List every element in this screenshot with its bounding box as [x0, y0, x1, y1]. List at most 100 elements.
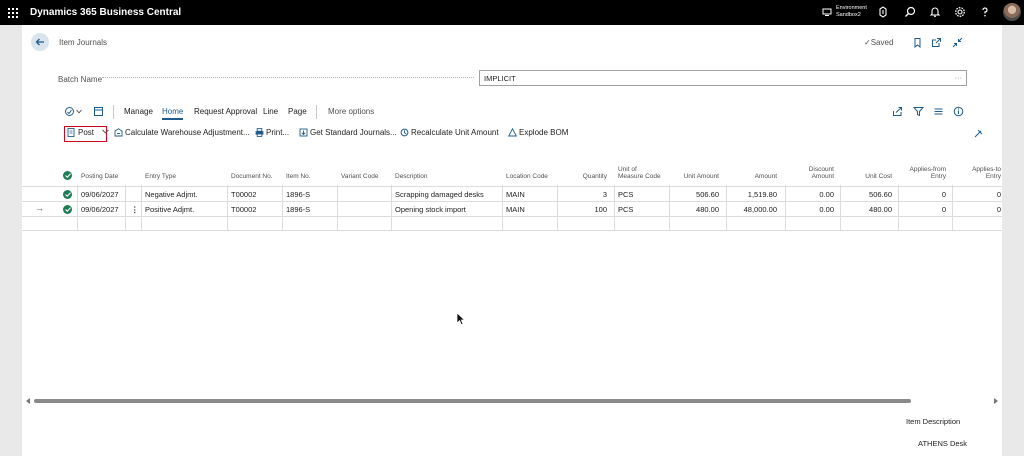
scrollbar-thumb[interactable] — [34, 399, 911, 403]
cell-amount[interactable]: 1,519.80 — [732, 190, 777, 199]
environment-label[interactable]: Environment Sandbox2 — [836, 5, 867, 19]
bookmark-icon[interactable] — [912, 37, 923, 48]
copilot-dropdown-chevron-icon[interactable] — [76, 109, 82, 114]
col-divider — [502, 185, 503, 231]
col-quantity[interactable]: Quantity — [562, 173, 607, 180]
collapse-icon[interactable] — [952, 37, 963, 48]
search-icon[interactable] — [904, 6, 916, 18]
col-variant-code[interactable]: Variant Code — [341, 173, 378, 180]
list-view-icon[interactable] — [933, 106, 944, 117]
batch-name-field[interactable]: IMPLICIT ··· — [479, 70, 967, 86]
scroll-left-arrow-icon[interactable] — [26, 398, 30, 404]
cell-discount-amount[interactable]: 0.00 — [792, 205, 834, 214]
cell-unit-cost[interactable]: 506.60 — [852, 190, 892, 199]
col-unit-cost[interactable]: Unit Cost — [852, 173, 892, 180]
print-button[interactable]: Print... — [255, 128, 289, 137]
menu-page[interactable]: Page — [288, 107, 307, 116]
col-applies-to-line2: Entry — [985, 173, 1001, 180]
explode-bom-button[interactable]: Explode BOM — [508, 128, 568, 137]
horizontal-scrollbar[interactable] — [26, 398, 998, 404]
scroll-right-arrow-icon[interactable] — [994, 398, 998, 404]
share-icon[interactable] — [892, 106, 903, 117]
item-description-label: Item Description — [906, 417, 961, 426]
col-posting-date[interactable]: Posting Date — [81, 173, 118, 180]
cell-document-no[interactable]: T00002 — [231, 190, 256, 199]
back-button[interactable] — [31, 33, 49, 51]
cell-entry-type[interactable]: Positive Adjmt. — [145, 205, 194, 214]
post-button[interactable]: Post — [67, 128, 110, 137]
settings-gear-icon[interactable] — [954, 6, 966, 18]
calculate-warehouse-adjustment-button[interactable]: Calculate Warehouse Adjustment... — [114, 128, 250, 137]
app-title[interactable]: Dynamics 365 Business Central — [30, 7, 181, 18]
cell-item-no[interactable]: 1896-S — [286, 205, 310, 214]
cell-applies-from-entry[interactable]: 0 — [896, 205, 946, 214]
col-document-no[interactable]: Document No. — [231, 173, 273, 180]
cell-posting-date[interactable]: 09/06/2027 — [81, 190, 119, 199]
row-status-check-icon — [63, 190, 72, 199]
cell-applies-to-entry[interactable]: 0 — [958, 205, 1001, 214]
col-applies-from-entry[interactable]: Applies-from Entry — [896, 166, 946, 180]
col-applies-to-entry[interactable]: Applies-to Entry — [958, 166, 1001, 180]
cell-applies-to-entry[interactable]: 0 — [958, 190, 1001, 199]
pin-action-bar-icon[interactable] — [973, 128, 984, 139]
environment-icon[interactable] — [822, 7, 832, 17]
environment-line1: Environment — [836, 5, 867, 11]
col-discount-amount[interactable]: Discount Amount — [792, 166, 834, 180]
cell-entry-type[interactable]: Negative Adjmt. — [145, 190, 198, 199]
row-actions-menu-icon[interactable]: ⋮ — [131, 205, 139, 214]
cell-description[interactable]: Opening stock import — [395, 205, 466, 214]
col-location-code[interactable]: Location Code — [506, 173, 548, 180]
cell-unit-amount[interactable]: 506.60 — [672, 190, 719, 199]
col-amount[interactable]: Amount — [742, 173, 777, 180]
post-icon — [67, 128, 75, 137]
select-all-checkbox-icon[interactable] — [63, 171, 72, 180]
copilot-suggest-icon[interactable] — [64, 106, 75, 117]
cell-document-no[interactable]: T00002 — [231, 205, 256, 214]
cell-quantity[interactable]: 3 — [562, 190, 607, 199]
cell-posting-date[interactable]: 09/06/2027 — [81, 205, 119, 214]
col-unit-of-measure-code[interactable]: Unit of Measure Code — [618, 166, 661, 180]
col-divider — [785, 185, 786, 231]
table-row[interactable]: 09/06/2027 Negative Adjmt. T00002 1896-S… — [22, 186, 1002, 201]
app-launcher-icon[interactable] — [8, 8, 18, 18]
col-divider — [125, 185, 126, 231]
help-icon[interactable] — [979, 6, 991, 18]
menu-manage[interactable]: Manage — [124, 107, 153, 116]
menu-home[interactable]: Home — [162, 107, 183, 116]
col-divider — [557, 185, 558, 231]
cell-discount-amount[interactable]: 0.00 — [792, 190, 834, 199]
col-discount-line2: Amount — [811, 173, 834, 180]
menu-home-active-underline — [162, 118, 183, 120]
menu-line[interactable]: Line — [263, 107, 278, 116]
cell-location-code[interactable]: MAIN — [506, 205, 525, 214]
copilot-icon[interactable] — [877, 6, 889, 18]
batch-name-lookup-button[interactable]: ··· — [955, 73, 963, 82]
filter-icon[interactable] — [913, 106, 924, 117]
table-row[interactable]: → 09/06/2027 ⋮ Positive Adjmt. T00002 18… — [22, 201, 1002, 216]
menu-request-approval[interactable]: Request Approval — [194, 107, 257, 116]
cell-description[interactable]: Scrapping damaged desks — [395, 190, 484, 199]
col-item-no[interactable]: Item No. — [286, 173, 311, 180]
open-new-window-icon[interactable] — [931, 37, 942, 48]
cell-uom[interactable]: PCS — [618, 190, 633, 199]
table-row-empty[interactable] — [22, 216, 1002, 231]
notifications-bell-icon[interactable] — [929, 6, 941, 18]
cell-unit-amount[interactable]: 480.00 — [672, 205, 719, 214]
col-entry-type[interactable]: Entry Type — [145, 173, 176, 180]
cell-applies-from-entry[interactable]: 0 — [896, 190, 946, 199]
edit-list-icon[interactable] — [93, 106, 104, 117]
user-avatar[interactable] — [1003, 3, 1021, 21]
cell-location-code[interactable]: MAIN — [506, 190, 525, 199]
info-icon[interactable] — [953, 106, 964, 117]
cell-item-no[interactable]: 1896-S — [286, 190, 310, 199]
cell-unit-cost[interactable]: 480.00 — [852, 205, 892, 214]
cell-amount[interactable]: 48,000.00 — [732, 205, 777, 214]
recalculate-unit-amount-button[interactable]: Recalculate Unit Amount — [400, 128, 499, 137]
col-description[interactable]: Description — [395, 173, 428, 180]
cell-uom[interactable]: PCS — [618, 205, 633, 214]
col-unit-amount[interactable]: Unit Amount — [672, 173, 719, 180]
batch-name-leader — [102, 77, 474, 78]
menu-more-options[interactable]: More options — [328, 107, 374, 116]
get-standard-journals-button[interactable]: Get Standard Journals... — [299, 128, 397, 137]
cell-quantity[interactable]: 100 — [562, 205, 607, 214]
